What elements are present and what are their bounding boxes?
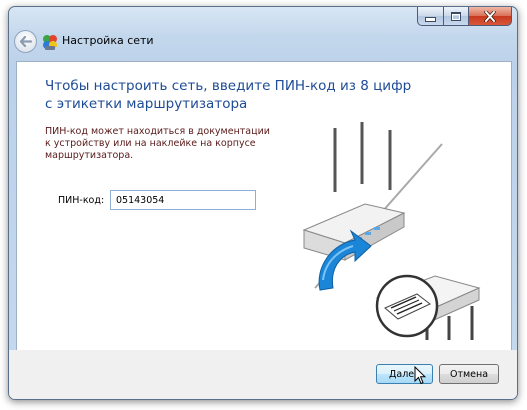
minimize-icon: [425, 16, 436, 22]
router-underside-icon: [375, 274, 481, 340]
router-illustration: [302, 122, 481, 340]
navigation-bar: Настройка сети: [9, 27, 517, 55]
button-bar: Далее Отмена: [9, 350, 517, 399]
page-headline: Чтобы настроить сеть, введите ПИН-код из…: [45, 78, 412, 112]
maximize-button[interactable]: [444, 7, 469, 26]
minimize-button[interactable]: [417, 7, 444, 26]
maximize-icon: [451, 11, 461, 21]
cancel-button[interactable]: Отмена: [439, 364, 499, 384]
pin-input[interactable]: [110, 190, 256, 210]
mouse-cursor-icon: [414, 366, 426, 385]
content-panel: Чтобы настроить сеть, введите ПИН-код из…: [16, 61, 512, 351]
back-button[interactable]: [14, 30, 37, 53]
pin-description: ПИН-код может находиться в документации …: [45, 126, 270, 161]
window-title: Настройка сети: [62, 34, 154, 47]
network-setup-icon: [43, 35, 57, 50]
router-icon: [302, 122, 406, 261]
network-setup-window: Настройка сети Чтобы настроить сеть, вве…: [8, 6, 518, 400]
pin-label: ПИН-код:: [58, 195, 105, 206]
close-icon: [484, 10, 496, 22]
caption-buttons: [417, 7, 512, 26]
close-button[interactable]: [469, 7, 512, 26]
back-arrow-icon: [19, 36, 32, 47]
